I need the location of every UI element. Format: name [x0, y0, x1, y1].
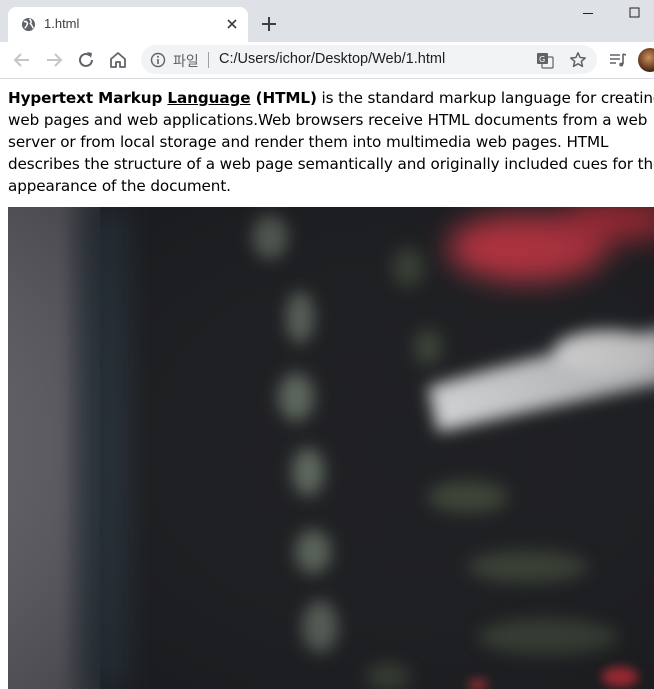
- globe-icon: [21, 17, 36, 32]
- address-bar[interactable]: 파일 C:/Users/ichor/Desktop/Web/1.html G: [141, 45, 597, 74]
- info-icon[interactable]: [150, 52, 166, 68]
- arrow-right-icon[interactable]: [43, 49, 65, 71]
- home-icon[interactable]: [107, 49, 129, 71]
- minimize-icon[interactable]: [565, 0, 611, 28]
- page-content: Hypertext Markup Language (HTML) is the …: [8, 79, 654, 197]
- intro-paragraph: Hypertext Markup Language (HTML) is the …: [8, 87, 654, 197]
- svg-text:G: G: [539, 55, 545, 64]
- photo-graphic: [8, 207, 654, 689]
- close-icon[interactable]: [224, 16, 240, 32]
- browser-tab[interactable]: 1.html: [8, 7, 248, 42]
- tab-strip: 1.html: [0, 0, 654, 42]
- underlined-word: Language: [167, 89, 251, 107]
- browser-toolbar: 파일 C:/Users/ichor/Desktop/Web/1.html G: [0, 42, 654, 79]
- maximize-icon[interactable]: [611, 0, 654, 28]
- profile-avatar[interactable]: [638, 48, 654, 72]
- bold-term-part2: (HTML): [250, 89, 317, 107]
- blurred-code-photo: [8, 207, 654, 689]
- translate-icon[interactable]: G: [536, 51, 554, 69]
- star-icon[interactable]: [569, 51, 587, 69]
- media-control-icon[interactable]: [608, 50, 628, 70]
- reload-icon[interactable]: [75, 49, 97, 71]
- plus-icon[interactable]: [258, 13, 280, 35]
- tab-title: 1.html: [44, 16, 80, 31]
- arrow-left-icon[interactable]: [11, 49, 33, 71]
- omnibox-divider: [208, 52, 209, 68]
- bold-term: Hypertext Markup Language (HTML): [8, 89, 317, 107]
- security-label: 파일: [173, 54, 199, 70]
- bold-term-part1: Hypertext Markup: [8, 89, 168, 107]
- url-text[interactable]: C:/Users/ichor/Desktop/Web/1.html: [219, 51, 445, 67]
